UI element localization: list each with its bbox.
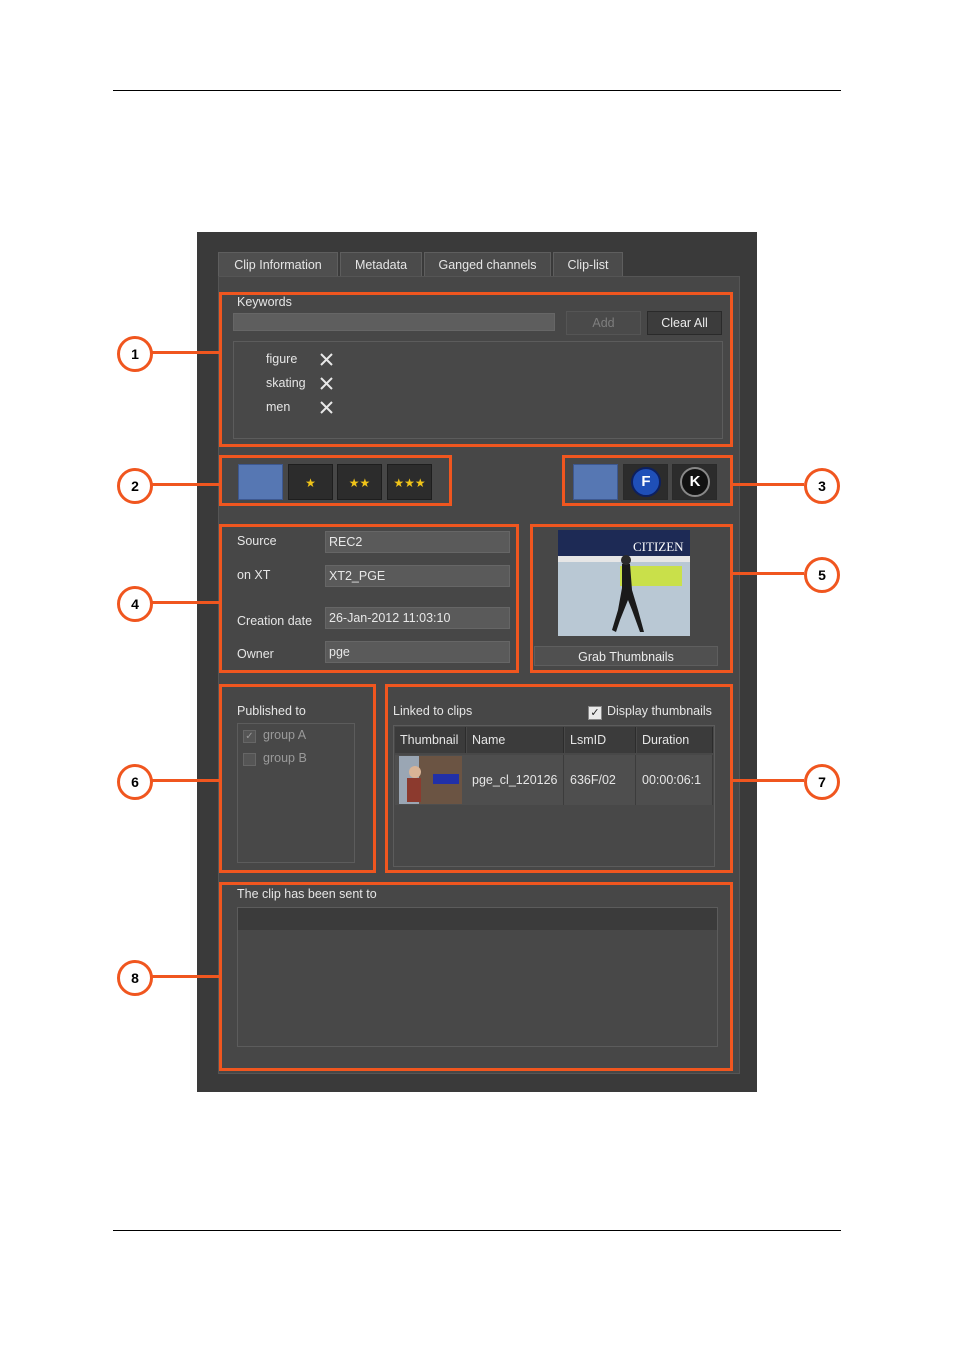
callout-7: 7	[804, 764, 840, 800]
header-rule	[113, 90, 841, 91]
callout-connector	[152, 483, 219, 486]
callout-connector	[152, 779, 219, 782]
tab-clip-information[interactable]: Clip Information	[218, 252, 338, 277]
callout-connector	[152, 351, 219, 354]
highlight-source-info	[219, 524, 519, 673]
highlight-linked-clips	[385, 684, 733, 873]
callout-6: 6	[117, 764, 153, 800]
callout-connector	[733, 572, 804, 575]
callout-2: 2	[117, 468, 153, 504]
highlight-sent-to	[219, 882, 733, 1071]
highlight-keywords	[219, 292, 733, 447]
highlight-flags	[562, 455, 733, 506]
callout-connector	[152, 975, 219, 978]
callout-4: 4	[117, 586, 153, 622]
tab-ganged-channels[interactable]: Ganged channels	[424, 252, 551, 277]
tab-clip-list[interactable]: Clip-list	[553, 252, 623, 277]
highlight-thumbnail	[530, 524, 733, 673]
highlight-rating	[219, 455, 452, 506]
callout-connector	[152, 601, 219, 604]
callout-connector	[733, 779, 804, 782]
callout-1: 1	[117, 336, 153, 372]
callout-3: 3	[804, 468, 840, 504]
callout-connector	[733, 483, 804, 486]
callout-5: 5	[804, 557, 840, 593]
footer-rule	[113, 1230, 841, 1231]
callout-8: 8	[117, 960, 153, 996]
highlight-published	[219, 684, 376, 873]
tab-metadata[interactable]: Metadata	[340, 252, 422, 277]
